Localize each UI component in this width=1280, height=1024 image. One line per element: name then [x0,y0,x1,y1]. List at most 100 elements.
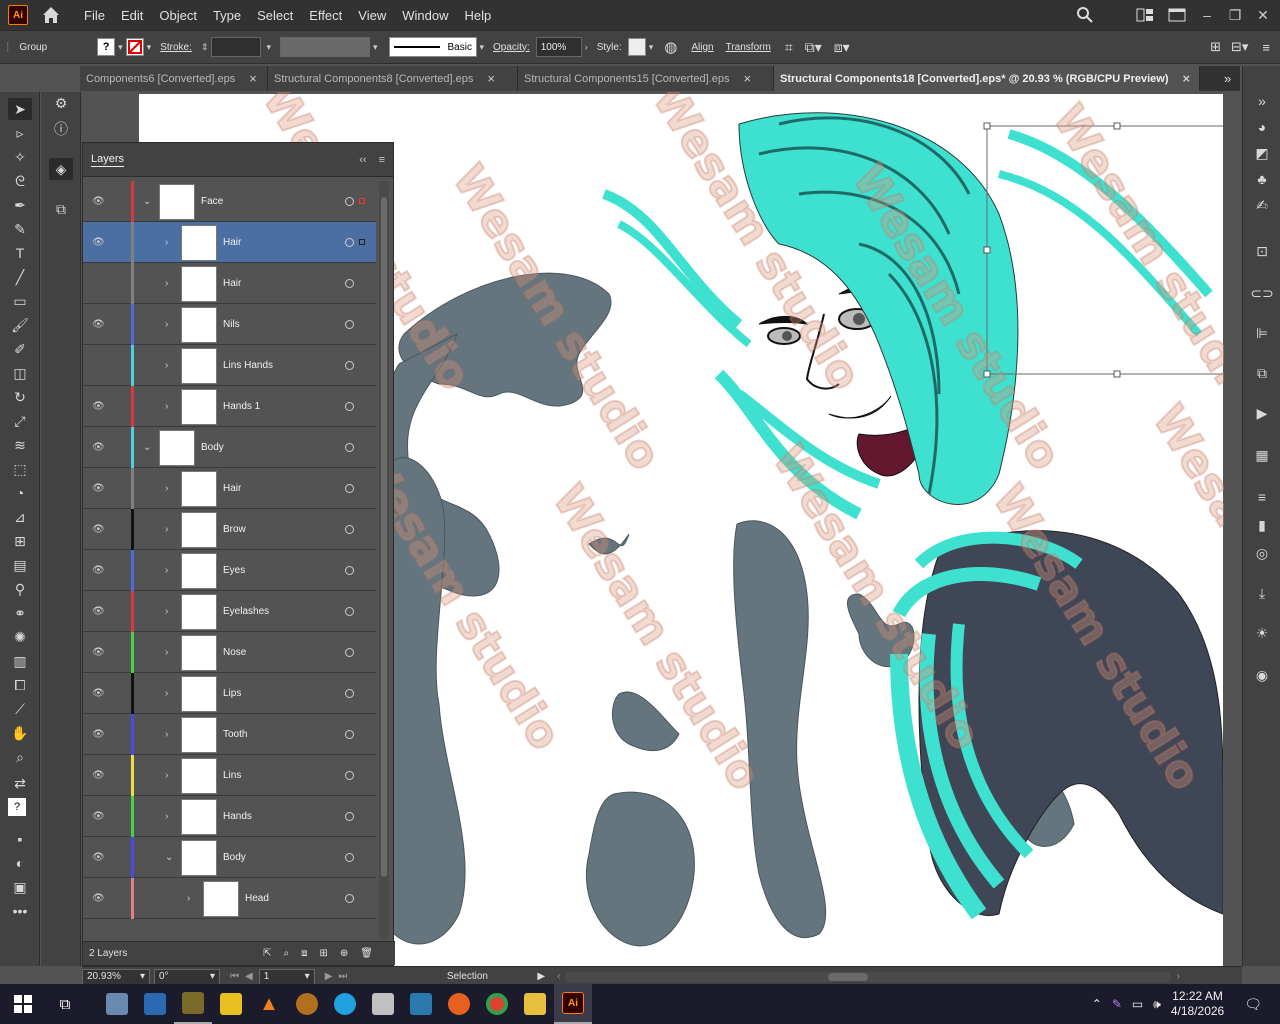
graphic-styles-icon[interactable]: ◉ [1250,664,1274,686]
line-tool-icon[interactable]: ╱ [8,266,32,288]
target-circle-icon[interactable] [345,688,354,698]
lock-toggle[interactable] [111,673,125,714]
collapse-panel-icon[interactable]: ‹‹ [359,154,366,166]
layer-row[interactable]: 👁 › Brow [83,509,376,550]
tab-components6[interactable]: Components6 [Converted].eps × [80,66,268,91]
warp-tool-icon[interactable]: ≋ [8,434,32,456]
chevron-down-icon[interactable]: ▾ [480,42,485,53]
fill-color-icon[interactable]: ? [8,798,26,816]
chevron-right-icon[interactable]: › [165,524,168,535]
chevron-right-icon[interactable]: › [165,483,168,494]
variable-width-profile[interactable] [279,37,370,57]
target-circle-icon[interactable] [345,278,354,288]
chrome-icon[interactable] [478,984,516,1024]
target-circle-icon[interactable] [345,852,354,862]
status-menu-icon[interactable]: ▶ [537,971,545,982]
close-window-icon[interactable]: ✕ [1256,8,1270,22]
app-icon-6[interactable] [402,984,440,1024]
transform-button[interactable]: Transform [726,42,771,53]
stroke-panel-icon[interactable]: ≡ [1250,486,1274,508]
tab-structural-components18[interactable]: Structural Components18 [Converted].eps*… [774,66,1200,91]
gradient-panel-icon[interactable]: ▮ [1250,514,1274,536]
visibility-eye-icon[interactable]: 👁 [92,483,106,494]
visibility-eye-icon[interactable]: 👁 [92,442,106,453]
close-tab-icon[interactable]: × [487,71,495,86]
visibility-eye-icon[interactable]: 👁 [92,524,106,535]
chevron-down-icon[interactable]: ▾ [118,42,123,53]
layer-name[interactable]: Body [223,852,246,863]
lock-toggle[interactable] [111,345,125,386]
color-icon[interactable]: ◕ [1250,116,1274,138]
lock-toggle[interactable] [111,181,125,222]
layer-row[interactable]: 👁 › Nose [83,632,376,673]
locate-object-icon[interactable]: ⌕ [284,948,290,959]
layer-row[interactable]: 👁 ⌄ Body [83,427,376,468]
layer-row[interactable]: 👁 › Eyes [83,550,376,591]
layer-row[interactable]: 👁 › Hands [83,796,376,837]
chevron-right-icon[interactable]: › [165,401,168,412]
align-button[interactable]: Align [691,42,713,53]
app-icon-5[interactable] [364,984,402,1024]
chevron-right-icon[interactable]: › [165,811,168,822]
visibility-eye-icon[interactable]: 👁 [92,196,106,207]
studio-app-icon[interactable] [174,984,212,1024]
close-tab-icon[interactable]: × [1183,71,1191,86]
chevron-down-icon[interactable]: ▾ [649,42,654,53]
network-icon[interactable]: ▭ [1132,997,1143,1011]
layer-name[interactable]: Eyelashes [223,606,269,617]
isolate-group-icon[interactable]: ⌗ [785,39,793,56]
opacity-label[interactable]: Opacity: [493,42,530,53]
gradient-tool-icon[interactable]: ▤ [8,554,32,576]
rotation-field[interactable]: 0° ▾ [154,968,220,985]
info-icon[interactable]: ⓘ [49,118,73,140]
pathfinder-panel-icon[interactable]: ⧉ [1250,362,1274,384]
artboard-field[interactable]: 1 ▾ [258,968,315,985]
app-icon-4[interactable] [326,984,364,1024]
layer-row[interactable]: 👁 › Hands 1 [83,386,376,427]
layer-name[interactable]: Tooth [223,729,247,740]
app-icon-3[interactable] [288,984,326,1024]
brush-definition[interactable]: Basic [388,37,477,57]
selection-indicator[interactable] [359,198,365,204]
search-icon[interactable] [1076,6,1094,24]
target-circle-icon[interactable] [345,811,354,821]
magic-wand-tool-icon[interactable]: ✧ [8,146,32,168]
layer-name[interactable]: Body [201,442,224,453]
free-transform-tool-icon[interactable]: ⬚ [8,458,32,480]
clock[interactable]: 12:22 AM 4/18/2026 [1171,989,1224,1019]
perspective-grid-tool-icon[interactable]: ⊿ [8,506,32,528]
rectangle-tool-icon[interactable]: ▭ [8,290,32,312]
firefox-icon[interactable] [440,984,478,1024]
selection-tool-icon[interactable]: ➤ [8,98,32,120]
menu-view[interactable]: View [350,8,394,23]
task-view-icon[interactable]: ⧉ [46,984,84,1024]
visibility-eye-icon[interactable]: 👁 [92,852,106,863]
chevron-right-icon[interactable]: › [165,237,168,248]
target-circle-icon[interactable] [345,647,354,657]
vlc-icon[interactable]: ▲ [250,984,288,1024]
pen-icon[interactable]: ✎ [1112,997,1122,1011]
arrange-icon[interactable]: ⧉▾ [805,39,822,56]
chevron-right-icon[interactable]: › [165,688,168,699]
minimize-icon[interactable]: – [1200,8,1214,22]
recolor-artwork-icon[interactable]: ◍ [664,38,677,56]
eyedropper-tool-icon[interactable]: ⚲ [8,578,32,600]
panel-menu-icon[interactable]: ≡ [1262,40,1270,55]
menu-help[interactable]: Help [456,8,499,23]
layer-name[interactable]: Lips [223,688,241,699]
layer-name[interactable]: Hair [223,483,241,494]
target-circle-icon[interactable] [345,606,354,616]
align-to-icon[interactable]: ⊟▾ [1231,39,1248,55]
visibility-eye-icon[interactable]: 👁 [92,811,106,822]
first-artboard-icon[interactable]: ⏮ [230,971,239,982]
collapse-dock-icon[interactable]: » [1250,90,1274,112]
tab-structural-components15[interactable]: Structural Components15 [Converted].eps × [518,66,774,91]
chevron-right-icon[interactable]: › [165,770,168,781]
symbols-icon[interactable]: ⊡ [1250,240,1274,262]
volume-icon[interactable]: 🕪 [1153,997,1161,1012]
restore-icon[interactable]: ❐ [1228,8,1242,22]
type-tool-icon[interactable]: T [8,242,32,264]
stroke-label[interactable]: Stroke: [160,42,192,53]
chevron-right-icon[interactable]: › [585,42,588,52]
visibility-eye-icon[interactable]: 👁 [92,237,106,248]
